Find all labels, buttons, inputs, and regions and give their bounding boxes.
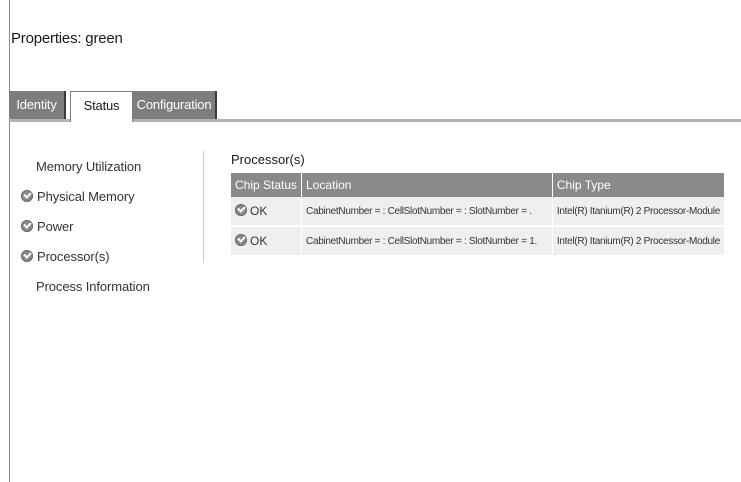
check-circle-icon xyxy=(235,234,247,246)
sidebar-item-process-information[interactable]: Process Information xyxy=(20,278,204,308)
sidebar-item-label: Processor(s) xyxy=(37,249,110,264)
chip-type-cell: Intel(R) Itanium(R) 2 Processor-Module xyxy=(552,226,724,257)
sidebar-divider xyxy=(203,151,204,263)
table-row[interactable]: OK CabinetNumber = : CellSlotNumber = : … xyxy=(231,226,724,257)
tab-configuration[interactable]: Configuration xyxy=(133,91,217,119)
location-cell: CabinetNumber = : CellSlotNumber = : Slo… xyxy=(301,197,553,227)
check-circle-icon xyxy=(21,190,33,202)
chip-type-cell: Intel(R) Itanium(R) 2 Processor-Module xyxy=(552,197,724,227)
tab-status[interactable]: Status xyxy=(70,91,133,122)
chip-status-text: OK xyxy=(250,204,268,218)
check-circle-icon xyxy=(21,250,33,262)
table-header-row: Chip Status Location Chip Type xyxy=(231,173,724,197)
table-row[interactable]: OK CabinetNumber = : CellSlotNumber = : … xyxy=(231,197,724,227)
page-title: Properties: green xyxy=(11,30,123,47)
chip-status-cell: OK xyxy=(231,226,303,257)
sidebar-item-memory-utilization[interactable]: Memory Utilization xyxy=(20,158,204,188)
column-header-location[interactable]: Location xyxy=(301,173,553,197)
processor-table: Chip Status Location Chip Type OK Cabine… xyxy=(231,173,724,257)
column-header-chip-status[interactable]: Chip Status xyxy=(231,173,303,197)
tab-identity[interactable]: Identity xyxy=(9,91,66,119)
sidebar-item-power[interactable]: Power xyxy=(20,218,204,248)
sidebar-item-label: Memory Utilization xyxy=(36,159,142,174)
chip-status-text: OK xyxy=(250,234,268,248)
sidebar-item-label: Process Information xyxy=(36,279,150,294)
section-title: Processor(s) xyxy=(231,152,305,167)
check-circle-icon xyxy=(21,220,33,232)
sidebar-item-label: Physical Memory xyxy=(37,189,135,204)
sidebar-item-label: Power xyxy=(37,219,74,234)
tab-bar: Identity Status Configuration xyxy=(9,91,741,124)
chip-status-cell: OK xyxy=(231,197,303,227)
sidebar-item-physical-memory[interactable]: Physical Memory xyxy=(20,188,204,218)
column-header-chip-type[interactable]: Chip Type xyxy=(552,173,724,197)
sidebar-item-processors[interactable]: Processor(s) xyxy=(20,248,204,278)
location-cell: CabinetNumber = : CellSlotNumber = : Slo… xyxy=(301,226,553,257)
check-circle-icon xyxy=(235,204,247,216)
sidebar-nav: Memory Utilization Physical Memory Power… xyxy=(20,158,204,308)
